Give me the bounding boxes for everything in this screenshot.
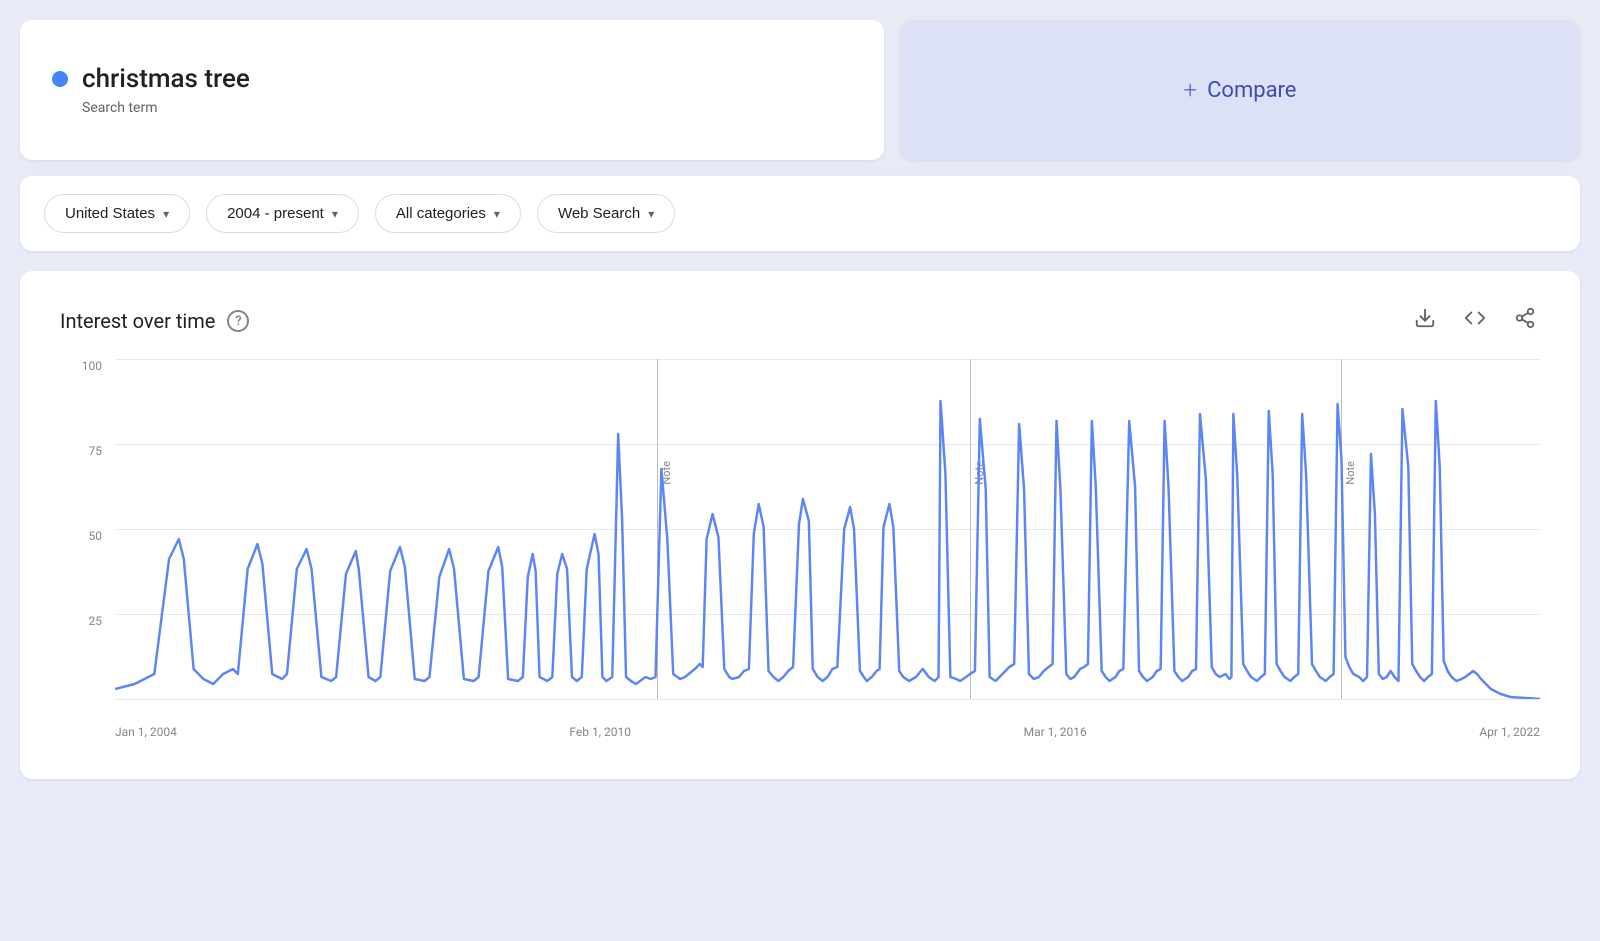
time-filter[interactable]: 2004 - present ▾ [206, 194, 359, 233]
grid-line-0 [115, 699, 1540, 700]
x-label-2016: Mar 1, 2016 [1024, 725, 1087, 739]
search-term-text: christmas tree [82, 64, 250, 94]
chart-actions [1410, 303, 1540, 339]
search-term-top: christmas tree [52, 64, 852, 94]
top-row: christmas tree Search term + Compare [20, 20, 1580, 160]
time-chevron-icon: ▾ [332, 207, 338, 221]
category-filter-label: All categories [396, 205, 486, 222]
chart-title: Interest over time [60, 309, 215, 333]
search-term-sublabel: Search term [82, 100, 852, 116]
search-type-chevron-icon: ▾ [648, 207, 654, 221]
trend-line-svg [115, 359, 1540, 699]
chart-card: Interest over time ? [20, 271, 1580, 779]
search-term-dot [52, 71, 68, 87]
share-button[interactable] [1510, 303, 1540, 339]
location-chevron-icon: ▾ [163, 207, 169, 221]
y-label-100: 100 [82, 359, 102, 373]
search-type-filter[interactable]: Web Search ▾ [537, 194, 675, 233]
filters-row: United States ▾ 2004 - present ▾ All cat… [20, 176, 1580, 251]
location-filter[interactable]: United States ▾ [44, 194, 190, 233]
compare-plus-icon: + [1184, 76, 1198, 104]
category-filter[interactable]: All categories ▾ [375, 194, 521, 233]
y-label-75: 75 [89, 444, 103, 458]
search-type-filter-label: Web Search [558, 205, 640, 222]
y-label-50: 50 [89, 529, 103, 543]
chart-title-group: Interest over time ? [60, 309, 249, 333]
embed-button[interactable] [1460, 303, 1490, 339]
x-label-2022: Apr 1, 2022 [1479, 725, 1540, 739]
chart-inner: Note Note Note [115, 359, 1540, 699]
category-chevron-icon: ▾ [494, 207, 500, 221]
x-label-2004: Jan 1, 2004 [115, 725, 177, 739]
x-axis: Jan 1, 2004 Feb 1, 2010 Mar 1, 2016 Apr … [115, 709, 1540, 739]
location-filter-label: United States [65, 205, 155, 222]
chart-header: Interest over time ? [60, 303, 1540, 339]
help-icon[interactable]: ? [227, 310, 249, 332]
time-filter-label: 2004 - present [227, 205, 324, 222]
download-button[interactable] [1410, 303, 1440, 339]
search-term-card: christmas tree Search term [20, 20, 884, 160]
chart-area: 100 75 50 25 Note Note Note [60, 359, 1540, 739]
x-label-2010: Feb 1, 2010 [569, 725, 631, 739]
compare-label: Compare [1207, 78, 1296, 103]
y-label-25: 25 [89, 614, 103, 628]
y-axis: 100 75 50 25 [60, 359, 110, 699]
compare-card[interactable]: + Compare [900, 20, 1580, 160]
